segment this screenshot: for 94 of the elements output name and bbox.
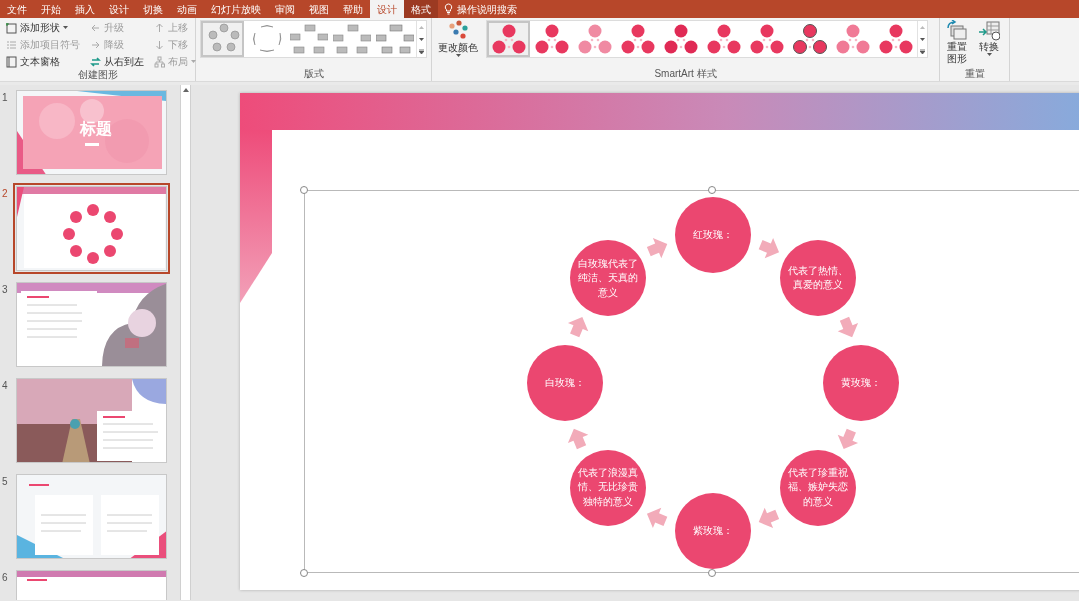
shape-icon: [6, 21, 17, 34]
group-label: 创建图形: [76, 69, 119, 81]
arrow-shape: [837, 316, 859, 338]
gallery-scrollbar[interactable]: [917, 21, 927, 57]
style-gallery[interactable]: [486, 20, 928, 58]
up-caret-icon: [419, 25, 424, 29]
swap-arrows-icon: [90, 55, 101, 68]
arrow-shape: [567, 428, 589, 450]
ribbon-tab[interactable]: 审阅: [268, 0, 302, 18]
ribbon-command[interactable]: 从右到左: [88, 54, 146, 69]
ribbon-tab[interactable]: 动画: [170, 0, 204, 18]
resize-handle[interactable]: [300, 569, 308, 577]
slide-thumbnail[interactable]: [16, 186, 167, 271]
cycle-layout-icon: [332, 23, 371, 55]
style-option[interactable]: [487, 21, 530, 57]
three-circles-icon: [791, 23, 828, 55]
more-caret-icon: [920, 48, 925, 54]
ribbon-tab[interactable]: 开始: [34, 0, 68, 18]
group-label: 重置: [963, 68, 986, 81]
three-circles-icon: [834, 23, 871, 55]
ribbon-command[interactable]: 添加形状: [4, 20, 82, 35]
three-circles-icon: [490, 23, 527, 55]
down-caret-icon: [920, 37, 925, 41]
cycle-layout-icon: [375, 23, 414, 55]
slide-number: 4: [1, 379, 9, 393]
cycle-node: 代表了浪漫真情、无比珍贵独特的意义: [570, 449, 647, 526]
arrow-shape: [646, 507, 668, 529]
slide-thumbnail[interactable]: [16, 282, 167, 367]
more-caret-icon: [419, 48, 424, 54]
slide-number: 1: [1, 91, 9, 105]
ribbon-tab[interactable]: 格式: [404, 0, 438, 18]
slide-number: 2: [1, 187, 9, 201]
caret-icon: [986, 52, 992, 57]
caret-icon: [455, 53, 461, 58]
smartart-frame[interactable]: 红玫瑰： 白玫瑰代表了纯洁、天真的意义 代表了热情、真爱的意义 白玫瑰： 黄玫瑰： 代表了浪漫真情、无比珍贵独特的意义 代表了珍重祝福、嫉妒失恋的意义 紫玫瑰：: [304, 190, 1079, 573]
slide-number: 6: [1, 571, 9, 585]
cycle-node: 紫玫瑰：: [675, 493, 751, 569]
ribbon-tab[interactable]: 视图: [302, 0, 336, 18]
arrow-shape: [758, 237, 780, 259]
arrow-shape: [758, 507, 780, 529]
arrow-shape: [646, 237, 668, 259]
ribbon-command[interactable]: 转换: [976, 20, 1002, 68]
ribbon-command[interactable]: 文本窗格: [4, 54, 82, 69]
up-caret-icon: [920, 25, 925, 29]
three-circles-icon: [662, 23, 699, 55]
slide-title: 标题: [80, 121, 112, 137]
hierarchy-icon: [154, 55, 165, 68]
ribbon-tab[interactable]: 切换: [136, 0, 170, 18]
search-field[interactable]: 操作说明搜索: [457, 1, 517, 17]
up-caret-icon: [182, 88, 189, 92]
ribbon-tab[interactable]: 帮助: [336, 0, 370, 18]
change-colors-button[interactable]: 更改颜色: [436, 20, 480, 68]
lightbulb-icon: [444, 3, 453, 15]
slide-number: 5: [1, 475, 9, 489]
resize-handle[interactable]: [708, 569, 716, 577]
group-label: 版式: [302, 68, 325, 81]
layout-option[interactable]: [201, 21, 244, 57]
color-dots-icon: [447, 20, 469, 42]
caret-icon: [63, 25, 68, 30]
cycle-node: 白玫瑰：: [527, 345, 603, 421]
resize-handle[interactable]: [300, 186, 308, 194]
ribbon-tab[interactable]: 设计: [370, 0, 404, 18]
three-circles-icon: [619, 23, 656, 55]
ribbon-tab[interactable]: 设计: [102, 0, 136, 18]
cycle-node: 代表了热情、真爱的意义: [779, 240, 856, 317]
cycle-layout-icon: [289, 23, 328, 55]
down-arrow-icon: [154, 38, 165, 51]
slide-number: 3: [1, 283, 9, 297]
resize-handle[interactable]: [708, 186, 716, 194]
cycle-node: 代表了珍重祝福、嫉妒失恋的意义: [779, 449, 856, 526]
cycle-node: 黄玫瑰：: [823, 345, 899, 421]
three-circles-icon: [576, 23, 613, 55]
pane-icon: [6, 55, 17, 68]
cycle-node: 红玫瑰：: [675, 197, 751, 273]
up-arrow-icon: [154, 21, 165, 34]
ribbon-tab[interactable]: 插入: [68, 0, 102, 18]
list-icon: [6, 38, 17, 51]
three-circles-icon: [533, 23, 570, 55]
three-circles-icon: [877, 23, 914, 55]
gallery-scrollbar[interactable]: [416, 21, 426, 57]
slide-thumbnail[interactable]: [16, 474, 167, 559]
arrow-shape: [837, 428, 859, 450]
scrollbar[interactable]: [180, 85, 191, 600]
arrow-shape: [567, 316, 589, 338]
three-circles-icon: [705, 23, 742, 55]
three-circles-icon: [748, 23, 785, 55]
down-caret-icon: [419, 37, 424, 41]
cycle-node: 白玫瑰代表了纯洁、天真的意义: [570, 240, 647, 317]
group-label: SmartArt 样式: [653, 68, 718, 81]
caret-icon: [191, 59, 196, 64]
ribbon-command[interactable]: 重置图形: [944, 20, 970, 68]
slide-thumbnail[interactable]: [16, 378, 167, 463]
ribbon-tab[interactable]: 文件: [0, 0, 34, 18]
ribbon-tab[interactable]: 幻灯片放映: [204, 0, 268, 18]
